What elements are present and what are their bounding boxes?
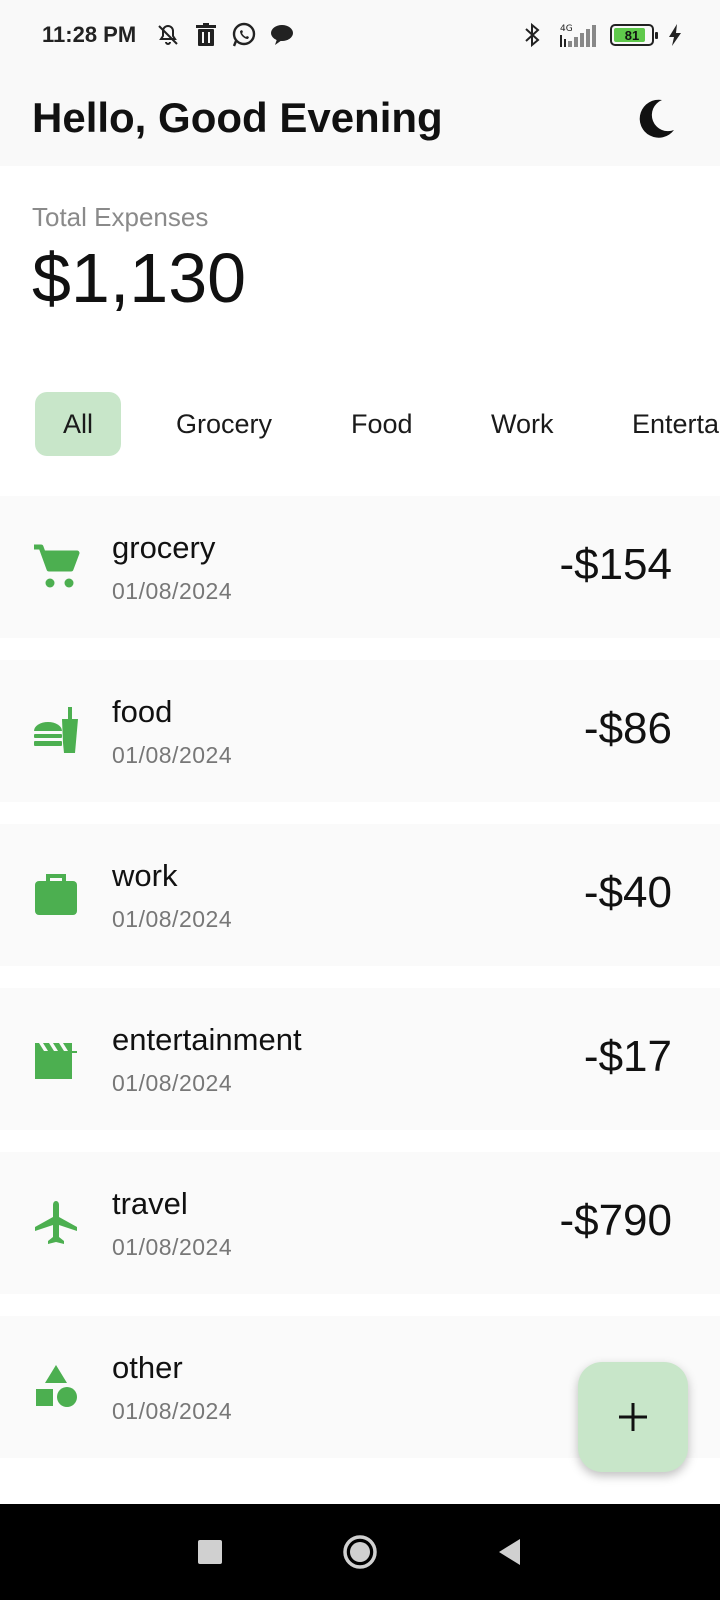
briefcase-icon [35, 874, 77, 915]
greeting-title: Hello, Good Evening [32, 94, 443, 141]
total-expenses-label: Total Expenses [32, 202, 209, 232]
expense-date: 01/08/2024 [112, 1234, 233, 1260]
chip-entertainment[interactable]: Enterta [604, 392, 720, 456]
clapperboard-icon [35, 1043, 77, 1079]
expense-amount: -$86 [583, 704, 672, 753]
mute-icon [154, 21, 182, 49]
expense-title: grocery [112, 530, 216, 565]
expense-row-food[interactable]: food 01/08/2024 -$86 [0, 660, 720, 802]
status-left: 11:28 PM [42, 21, 296, 49]
status-bar: 11:28 PM 4G 81 [0, 0, 720, 70]
expense-amount: -$154 [559, 540, 672, 589]
charging-icon [666, 21, 684, 49]
expense-title: work [112, 858, 178, 893]
expense-title: entertainment [112, 1022, 302, 1057]
expense-amount: -$17 [583, 1032, 672, 1081]
expense-title: travel [112, 1186, 188, 1221]
back-icon[interactable] [490, 1532, 530, 1572]
category-filter-chips: All Grocery Food Work Enterta [0, 392, 720, 460]
signal-icon: 4G [558, 21, 598, 49]
battery-icon: 81 [610, 24, 658, 46]
app-bar: Hello, Good Evening [0, 70, 720, 166]
shapes-icon [36, 1365, 77, 1407]
chip-food[interactable]: Food [323, 392, 441, 456]
system-nav-bar [0, 1504, 720, 1600]
chip-work[interactable]: Work [463, 392, 582, 456]
whatsapp-icon [230, 21, 258, 49]
expense-row-grocery[interactable]: grocery 01/08/2024 -$154 [0, 496, 720, 638]
status-right: 4G 81 [518, 21, 684, 49]
expense-date: 01/08/2024 [112, 906, 233, 932]
expense-row-work[interactable]: work 01/08/2024 -$40 [0, 824, 720, 966]
cart-icon [34, 544, 80, 588]
status-time: 11:28 PM [42, 22, 137, 47]
home-icon[interactable] [340, 1532, 380, 1572]
airplane-icon [35, 1201, 77, 1244]
plus-icon [619, 1403, 647, 1431]
recents-icon[interactable] [190, 1532, 230, 1572]
expense-date: 01/08/2024 [112, 742, 233, 768]
expense-amount: -$790 [559, 1196, 672, 1245]
expense-title: other [112, 1350, 183, 1385]
expense-date: 01/08/2024 [112, 1070, 233, 1096]
expense-row-entertainment[interactable]: entertainment 01/08/2024 -$17 [0, 988, 720, 1130]
trash-icon [192, 21, 220, 49]
chip-grocery[interactable]: Grocery [148, 392, 300, 456]
total-expenses-value: $1,130 [32, 239, 247, 317]
network-label: 4G [560, 24, 573, 34]
expense-row-travel[interactable]: travel 01/08/2024 -$790 [0, 1152, 720, 1294]
expense-title: food [112, 694, 173, 729]
expense-amount: -$40 [583, 868, 672, 917]
bluetooth-icon [518, 21, 546, 49]
chat-icon [268, 21, 296, 49]
expense-date: 01/08/2024 [112, 1398, 233, 1424]
chip-all[interactable]: All [35, 392, 122, 456]
expense-date: 01/08/2024 [112, 578, 233, 604]
moon-icon[interactable] [636, 98, 676, 138]
battery-level: 81 [624, 27, 640, 43]
add-expense-button[interactable] [578, 1362, 688, 1472]
fastfood-icon [34, 707, 78, 753]
